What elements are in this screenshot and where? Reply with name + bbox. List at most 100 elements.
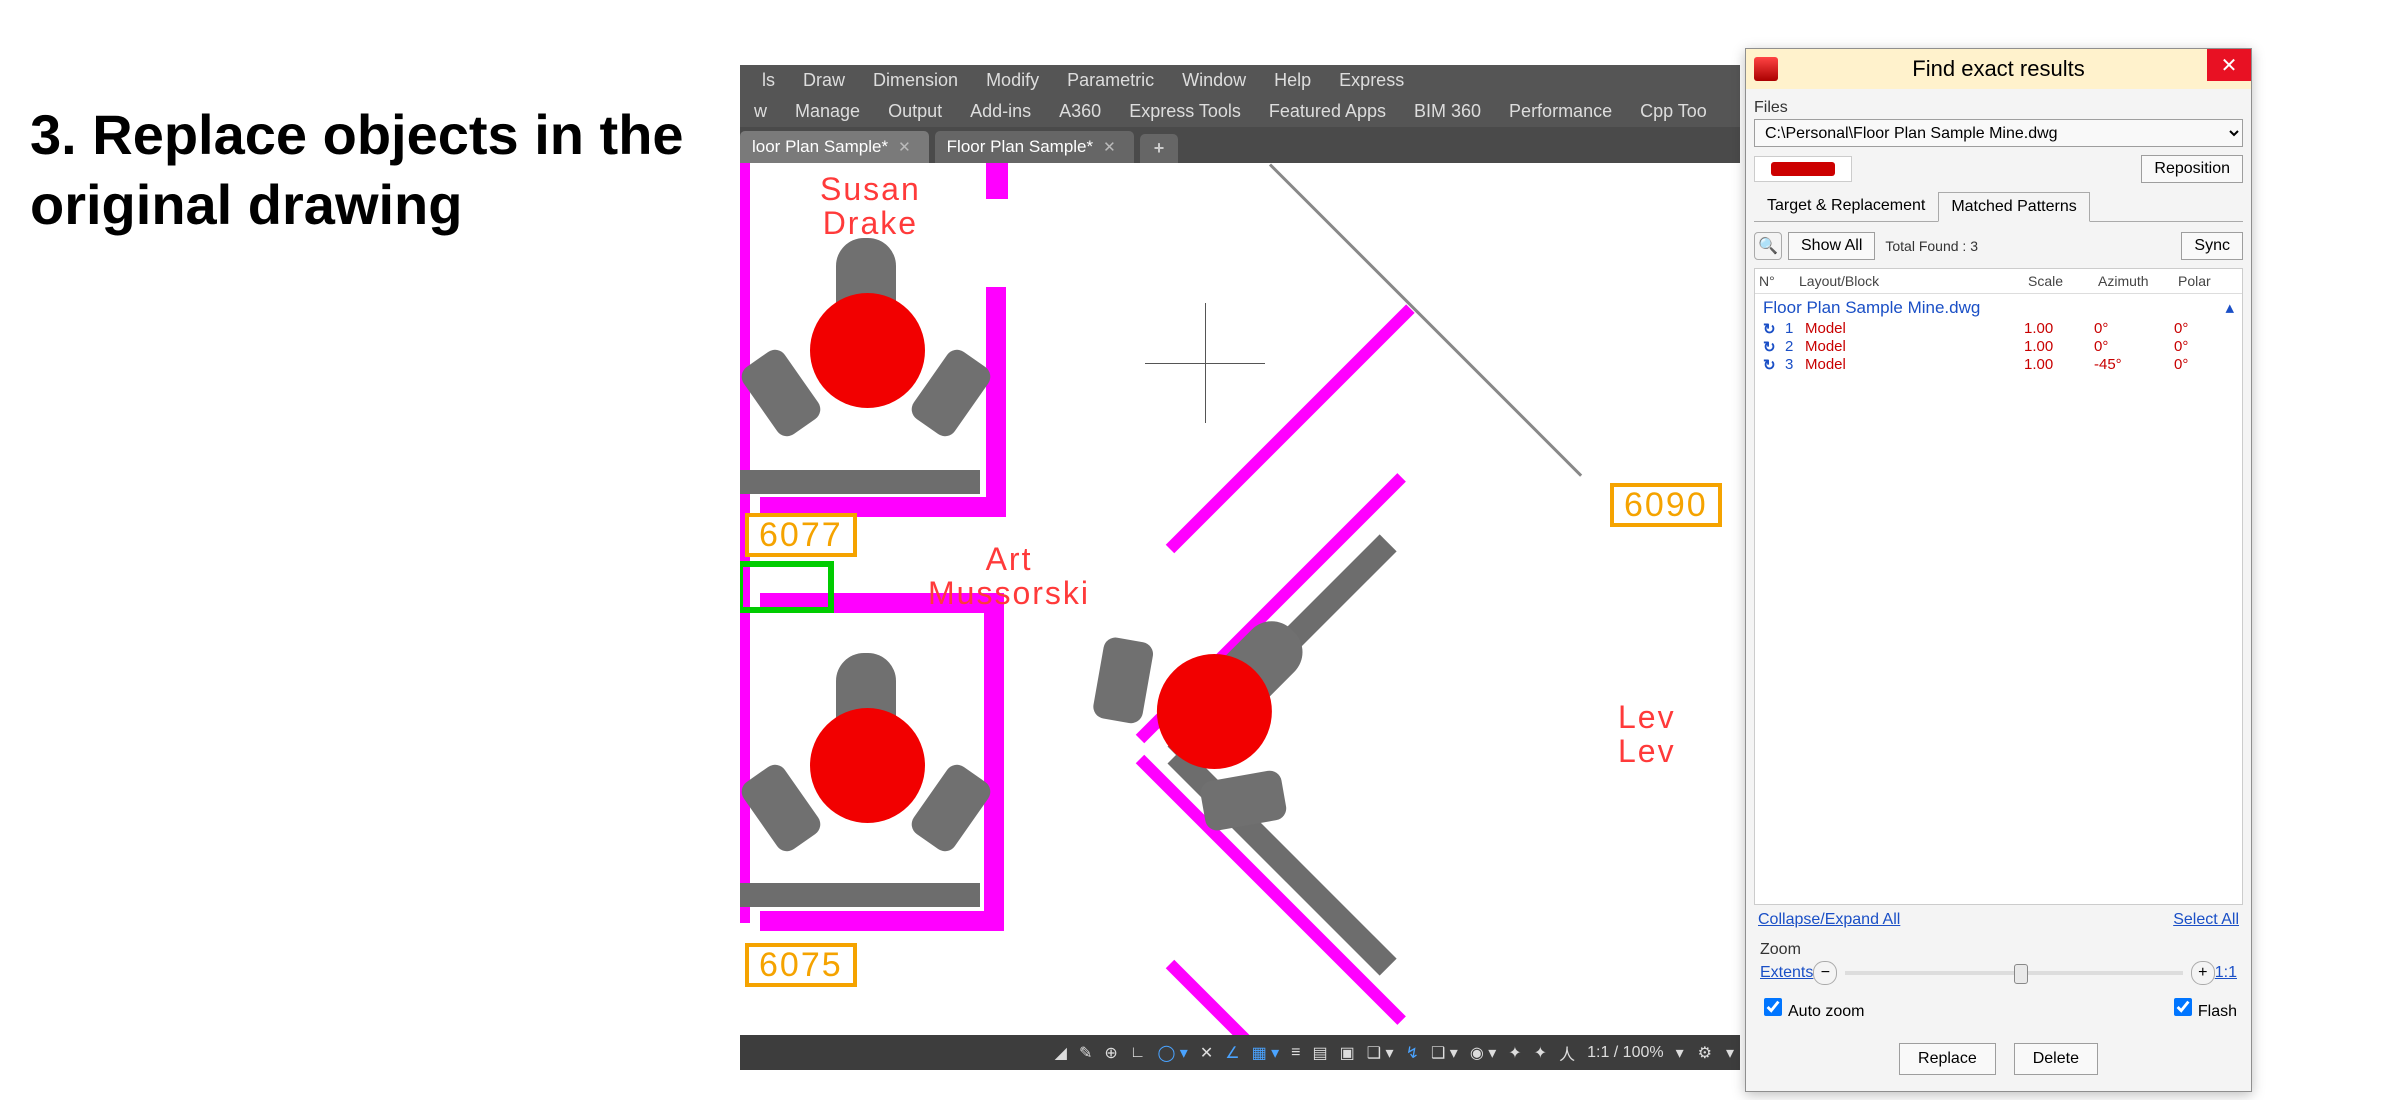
- table: [810, 708, 925, 823]
- results-list: N° Layout/Block Scale Azimuth Polar Floo…: [1754, 268, 2243, 905]
- new-tab-button[interactable]: +: [1140, 134, 1179, 163]
- status-icon[interactable]: 人: [1553, 1041, 1581, 1065]
- zoom-out-button[interactable]: −: [1813, 961, 1837, 985]
- cell: 1.00: [2024, 338, 2094, 356]
- ribbon-tab[interactable]: A360: [1045, 101, 1115, 122]
- auto-zoom-checkbox[interactable]: Auto zoom: [1760, 995, 1864, 1021]
- status-icon[interactable]: ◉ ▾: [1464, 1043, 1502, 1063]
- status-icon[interactable]: ✕: [1194, 1043, 1219, 1063]
- zoom-extents-link[interactable]: Extents: [1760, 964, 1813, 982]
- files-label: Files: [1754, 99, 2243, 117]
- status-icon[interactable]: ✦: [1502, 1043, 1527, 1063]
- zoom-label: Zoom: [1760, 941, 2237, 959]
- ribbon-tab[interactable]: w: [740, 101, 781, 122]
- ribbon-tab[interactable]: Performance: [1495, 101, 1626, 122]
- sync-button[interactable]: Sync: [2181, 232, 2243, 260]
- menu-item[interactable]: Parametric: [1053, 70, 1168, 91]
- cell: Model: [1805, 320, 2024, 338]
- status-icon[interactable]: ◯ ▾: [1151, 1043, 1193, 1063]
- status-icon[interactable]: ⊕: [1098, 1043, 1123, 1063]
- replace-button[interactable]: Replace: [1899, 1043, 1996, 1075]
- tab-target-replacement[interactable]: Target & Replacement: [1754, 191, 1938, 221]
- menu-item[interactable]: Draw: [789, 70, 859, 91]
- result-row[interactable]: ↻ 3 Model 1.00 -45° 0°: [1755, 356, 2242, 374]
- scale-readout[interactable]: 1:1 / 100%: [1581, 1044, 1670, 1062]
- status-icon[interactable]: ▤: [1307, 1043, 1334, 1063]
- instruction-heading: 3. Replace objects in the original drawi…: [30, 100, 720, 240]
- status-icon[interactable]: ◢: [1049, 1043, 1073, 1063]
- status-icon[interactable]: ▣: [1334, 1043, 1361, 1063]
- ribbon-tab[interactable]: Express Tools: [1115, 101, 1255, 122]
- document-tab[interactable]: Floor Plan Sample* ✕: [935, 131, 1134, 163]
- ribbon-tab[interactable]: Add-ins: [956, 101, 1045, 122]
- wall: [1166, 304, 1415, 553]
- menu-item[interactable]: Help: [1260, 70, 1325, 91]
- group-name: Floor Plan Sample Mine.dwg: [1763, 298, 1980, 318]
- tab-matched-patterns[interactable]: Matched Patterns: [1938, 192, 2089, 222]
- menu-item[interactable]: Express: [1325, 70, 1418, 91]
- cell: 1: [1785, 320, 1805, 338]
- cell: 2: [1785, 338, 1805, 356]
- app-icon: [1754, 57, 1778, 81]
- search-icon[interactable]: 🔍: [1754, 232, 1782, 260]
- ribbon-tab[interactable]: BIM 360: [1400, 101, 1495, 122]
- menu-item[interactable]: Window: [1168, 70, 1260, 91]
- status-icon[interactable]: ❑ ▾: [1361, 1043, 1400, 1063]
- document-tabbar: loor Plan Sample* ✕ Floor Plan Sample* ✕…: [740, 127, 1740, 163]
- status-icon[interactable]: ≡: [1285, 1044, 1306, 1062]
- wall: [986, 287, 1006, 517]
- collapse-expand-link[interactable]: Collapse/Expand All: [1758, 911, 1900, 929]
- zoom-slider[interactable]: [1845, 971, 2182, 975]
- status-icon[interactable]: ∟: [1124, 1044, 1152, 1062]
- col: Scale: [2028, 273, 2098, 289]
- table: [810, 293, 925, 408]
- status-icon[interactable]: ↯: [1400, 1043, 1425, 1063]
- close-button[interactable]: ✕: [2207, 49, 2251, 81]
- file-path-select[interactable]: C:\Personal\Floor Plan Sample Mine.dwg: [1754, 119, 2243, 147]
- drawing-canvas[interactable]: Susan Drake Art Mussorski Lev Lev 6077 6…: [740, 163, 1740, 1035]
- cell: Model: [1805, 356, 2024, 374]
- panel-titlebar[interactable]: Find exact results ✕: [1746, 49, 2251, 89]
- menu-item[interactable]: Modify: [972, 70, 1053, 91]
- room-tag: 6075: [745, 943, 857, 987]
- close-icon[interactable]: ✕: [898, 138, 911, 156]
- result-row[interactable]: ↻ 2 Model 1.00 0° 0°: [1755, 338, 2242, 356]
- status-icon[interactable]: ❑ ▾: [1425, 1043, 1464, 1063]
- status-icon[interactable]: ∠: [1219, 1043, 1245, 1063]
- wall: [984, 593, 1004, 923]
- cell: 0°: [2174, 338, 2234, 356]
- close-icon[interactable]: ✕: [1103, 138, 1116, 156]
- ribbon-tab[interactable]: Featured Apps: [1255, 101, 1400, 122]
- select-all-link[interactable]: Select All: [2173, 911, 2239, 929]
- column-headers: N° Layout/Block Scale Azimuth Polar: [1755, 269, 2242, 294]
- status-icon[interactable]: ✎: [1073, 1043, 1098, 1063]
- reposition-button[interactable]: Reposition: [2141, 155, 2243, 183]
- chevron-down-icon[interactable]: ▾: [1670, 1043, 1690, 1063]
- delete-button[interactable]: Delete: [2014, 1043, 2098, 1075]
- menu-item[interactable]: ls: [748, 70, 789, 91]
- crosshair-icon: [1205, 303, 1206, 423]
- ribbon-tabs: w Manage Output Add-ins A360 Express Too…: [740, 95, 1740, 127]
- status-bar: ◢ ✎ ⊕ ∟ ◯ ▾ ✕ ∠ ▦ ▾ ≡ ▤ ▣ ❑ ▾ ↯ ❑ ▾ ◉ ▾ …: [740, 1035, 1740, 1070]
- zoom-1to1-link[interactable]: 1:1: [2215, 964, 2237, 982]
- ribbon-tab[interactable]: Manage: [781, 101, 874, 122]
- desk: [740, 470, 980, 494]
- menu-item[interactable]: Dimension: [859, 70, 972, 91]
- cell: 0°: [2094, 338, 2174, 356]
- ribbon-tab[interactable]: Cpp Too: [1626, 101, 1721, 122]
- ribbon-tab[interactable]: Output: [874, 101, 956, 122]
- flash-checkbox[interactable]: Flash: [2170, 995, 2237, 1021]
- status-icon[interactable]: ▦ ▾: [1246, 1043, 1286, 1063]
- wall: [760, 911, 1004, 931]
- document-tab[interactable]: loor Plan Sample* ✕: [740, 131, 929, 163]
- status-icon[interactable]: ✦: [1528, 1043, 1553, 1063]
- col: N°: [1759, 273, 1799, 289]
- refresh-icon: ↻: [1763, 356, 1785, 374]
- result-row[interactable]: ↻ 1 Model 1.00 0° 0°: [1755, 320, 2242, 338]
- gear-icon[interactable]: ⚙: [1690, 1043, 1720, 1063]
- show-all-button[interactable]: Show All: [1788, 232, 1875, 260]
- group-header[interactable]: Floor Plan Sample Mine.dwg ▴: [1755, 294, 2242, 320]
- zoom-in-button[interactable]: +: [2191, 961, 2215, 985]
- chevron-down-icon[interactable]: ▾: [1720, 1043, 1740, 1063]
- results-panel: Find exact results ✕ Files C:\Personal\F…: [1745, 48, 2252, 1092]
